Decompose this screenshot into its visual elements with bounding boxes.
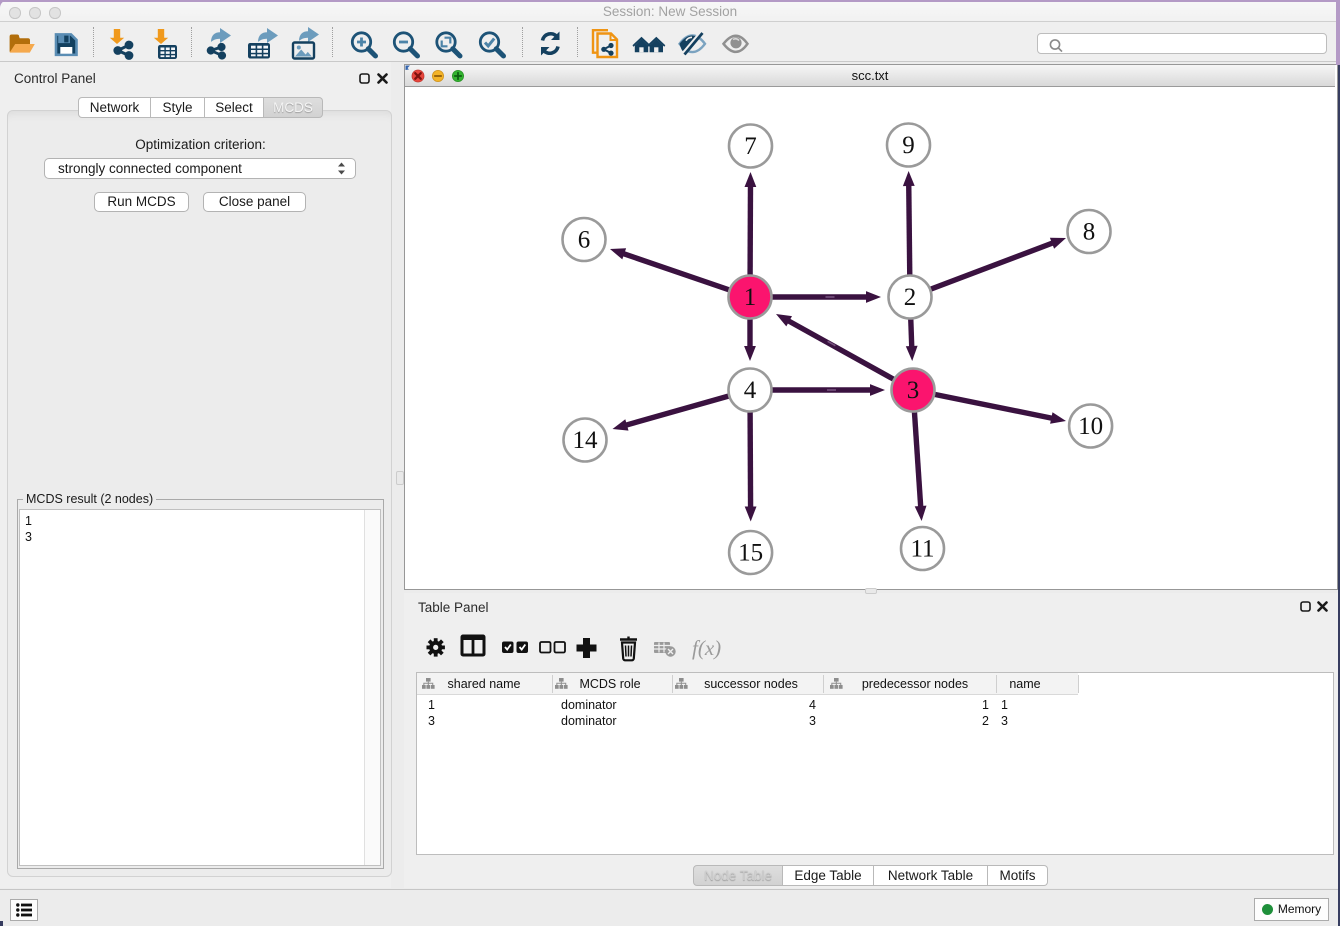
svg-text:1: 1 [744,284,757,311]
svg-text:7: 7 [744,133,757,160]
svg-text:9: 9 [902,132,915,159]
svg-text:8: 8 [1083,219,1096,246]
svg-text:3: 3 [907,377,920,404]
svg-text:6: 6 [578,227,591,254]
svg-text:15: 15 [738,540,763,567]
svg-text:4: 4 [744,377,757,404]
svg-text:10: 10 [1078,413,1103,440]
svg-text:11: 11 [910,536,934,563]
svg-text:14: 14 [573,427,599,454]
svg-text:2: 2 [904,284,917,311]
svg-text:f(x): f(x) [692,636,721,660]
